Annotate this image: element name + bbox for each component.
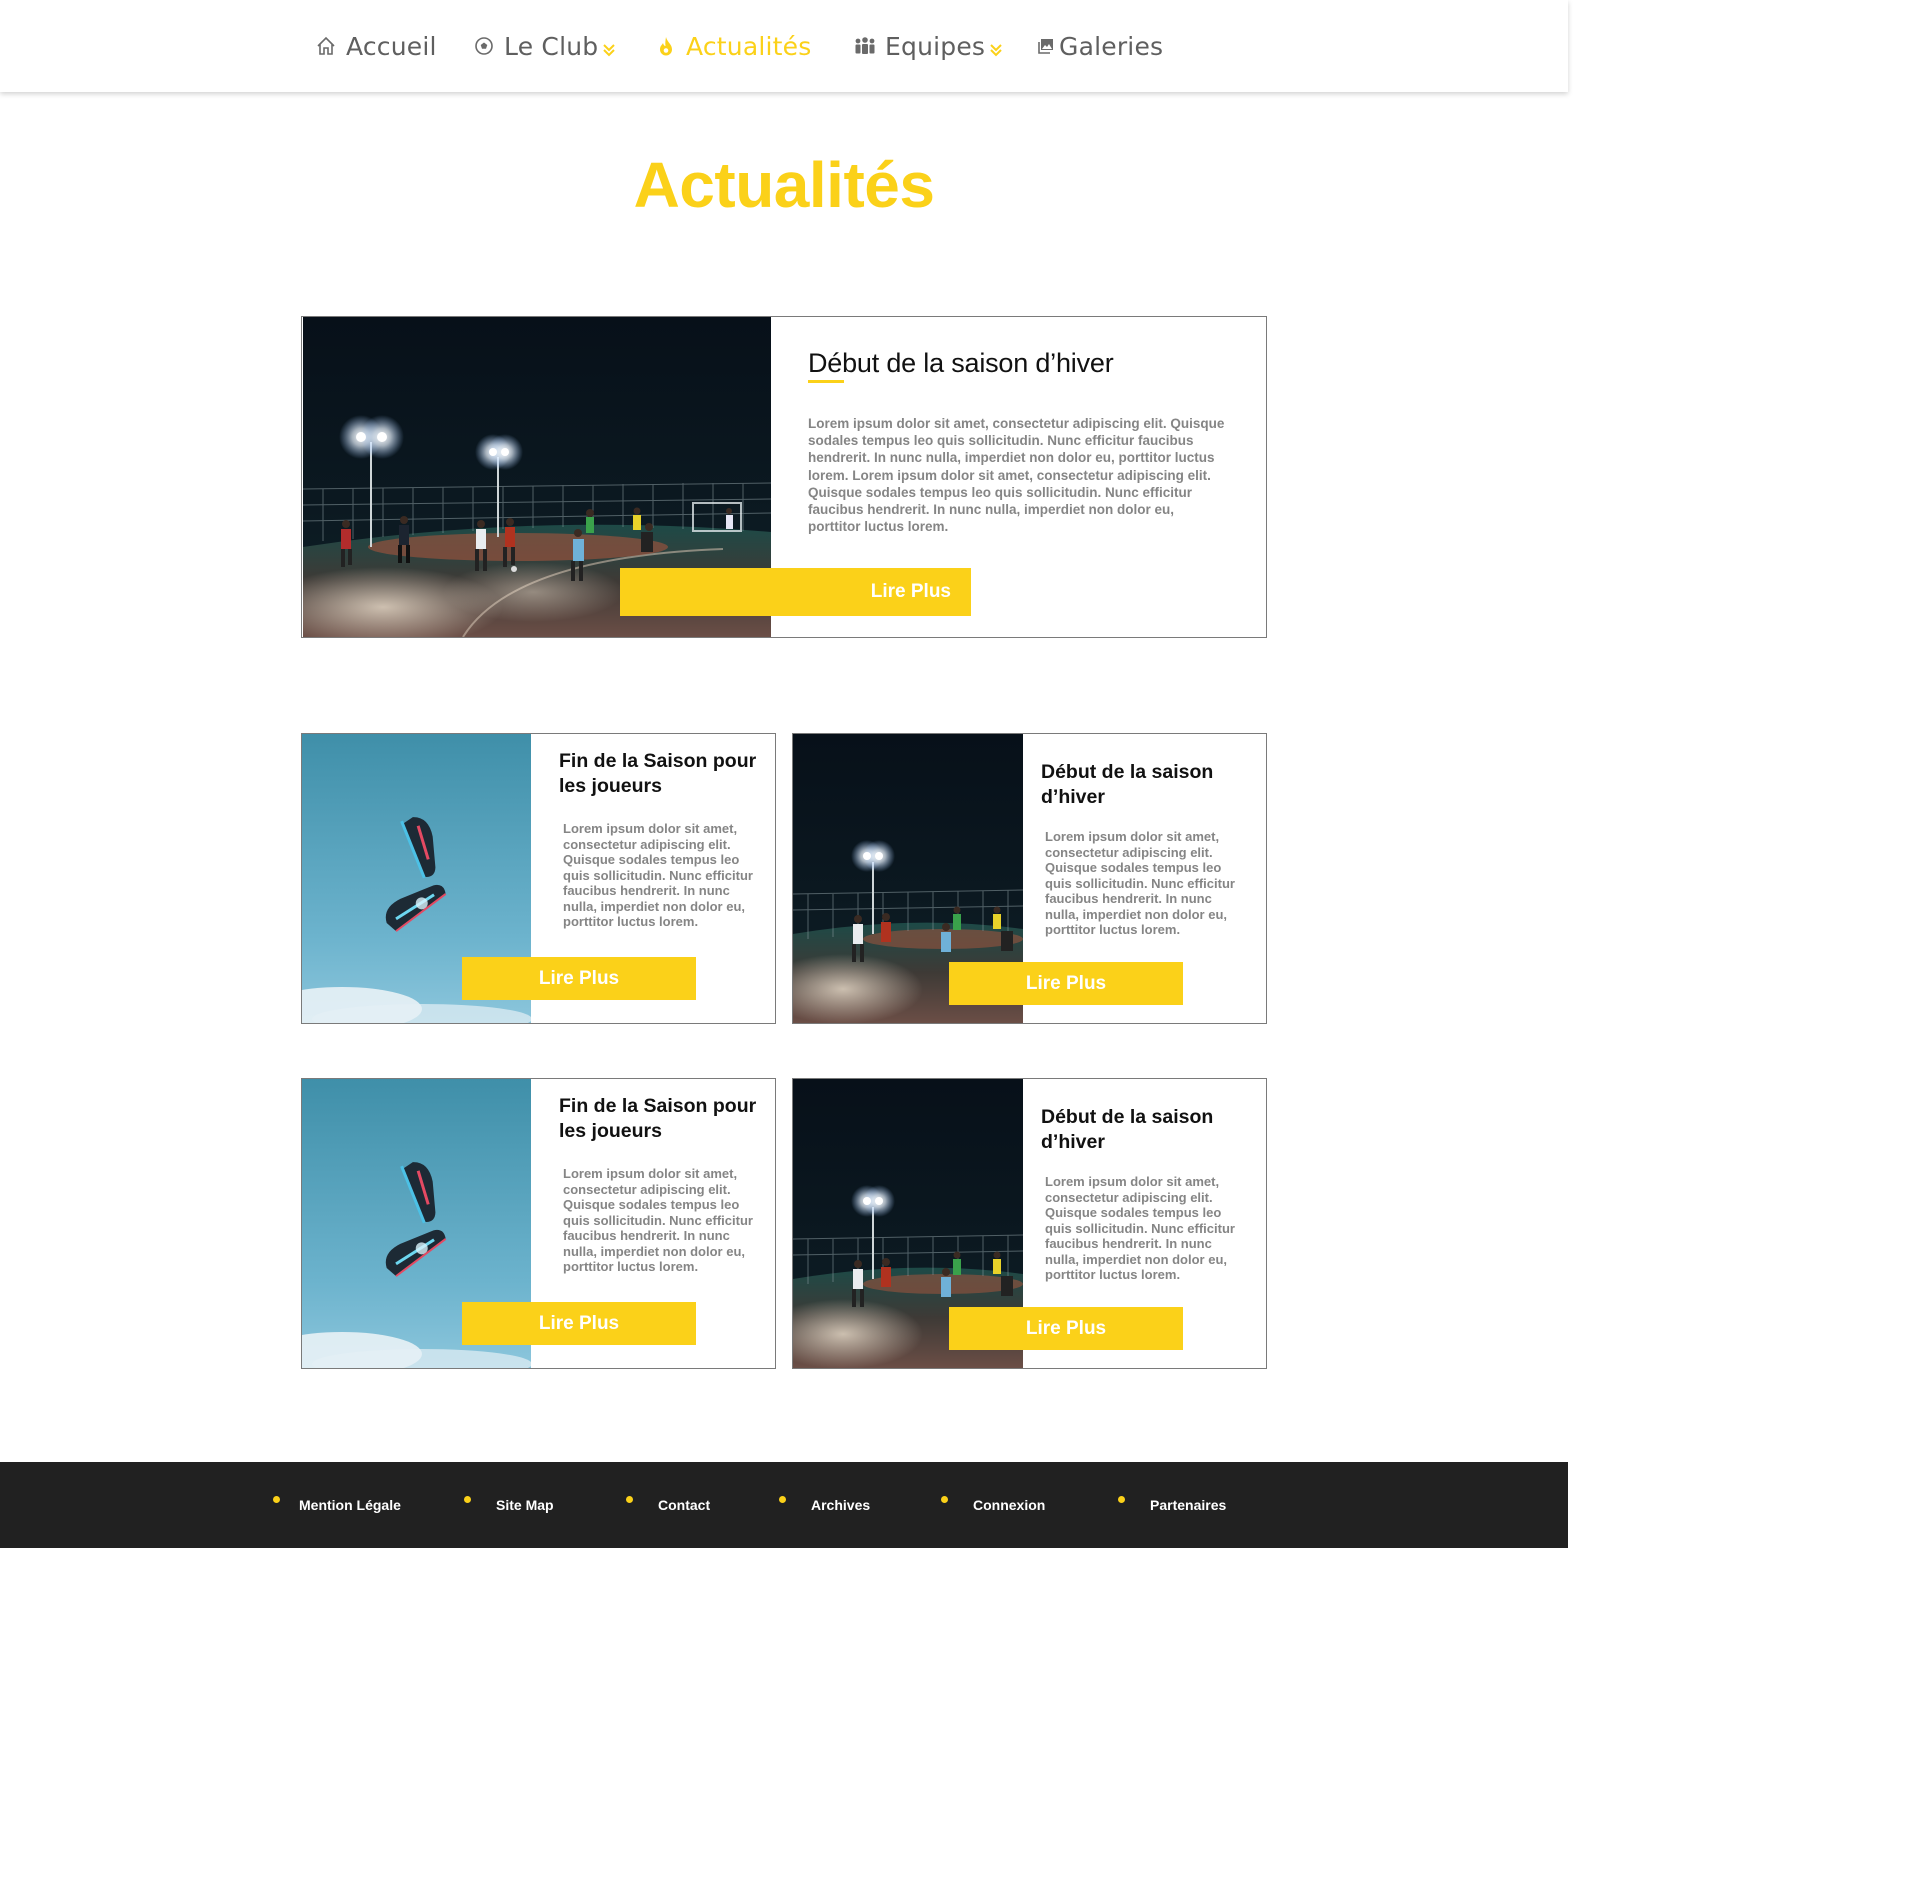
footer-link-connexion[interactable]: Connexion [973, 1495, 1045, 1515]
featured-lire-plus-button[interactable]: Lire Plus [620, 568, 971, 616]
footer-link-contact[interactable]: Contact [658, 1495, 710, 1515]
card-body: Lorem ipsum dolor sit amet, consectetur … [563, 1166, 753, 1274]
bullet-icon [626, 1496, 633, 1503]
chevron-down-icon [989, 43, 1003, 57]
bullet-icon [779, 1496, 786, 1503]
nav-item-galeries[interactable]: Galeries [1037, 26, 1163, 66]
nav-item-actualites[interactable]: Actualités [654, 26, 811, 66]
card-title: Fin de la Saison pour les joueurs [559, 750, 757, 797]
flame-icon [654, 34, 678, 58]
gallery-icon [1037, 34, 1055, 58]
nav-label: Galeries [1059, 31, 1164, 61]
card-body: Lorem ipsum dolor sit amet, consectetur … [1045, 1174, 1235, 1282]
nav-label: Actualités [686, 31, 812, 61]
footer-link-site-map[interactable]: Site Map [496, 1495, 554, 1515]
nav-item-le-club[interactable]: Le Club [472, 26, 616, 66]
lire-plus-button[interactable]: Lire Plus [462, 957, 696, 1000]
featured-title: Début de la saison d’hiver [808, 348, 1114, 378]
card-body: Lorem ipsum dolor sit amet, consectetur … [563, 821, 753, 929]
nav-item-equipes[interactable]: Equipes [853, 26, 1003, 66]
lire-plus-button[interactable]: Lire Plus [462, 1302, 696, 1345]
soccer-ball-icon [472, 34, 496, 58]
bullet-icon [273, 1496, 280, 1503]
card-body: Lorem ipsum dolor sit amet, consectetur … [1045, 829, 1235, 937]
card-title: Fin de la Saison pour les joueurs [559, 1095, 757, 1142]
footer-link-archives[interactable]: Archives [811, 1495, 870, 1515]
footer: Mention Légale Site Map Contact Archives… [0, 1462, 1568, 1548]
featured-body: Lorem ipsum dolor sit amet, consectetur … [808, 416, 1225, 535]
home-icon [314, 34, 338, 58]
bullet-icon [1118, 1496, 1125, 1503]
card-title: Début de la saison d’hiver [1041, 761, 1214, 808]
nav-label: Accueil [346, 31, 437, 61]
page-title: Actualités [633, 149, 935, 221]
chevron-down-icon [602, 43, 616, 57]
card-title: Début de la saison d’hiver [1041, 1106, 1214, 1153]
nav-item-accueil[interactable]: Accueil [314, 26, 437, 66]
nav-label: Equipes [885, 31, 986, 61]
footer-link-partenaires[interactable]: Partenaires [1150, 1495, 1226, 1515]
lire-plus-button[interactable]: Lire Plus [949, 1307, 1183, 1350]
bullet-icon [464, 1496, 471, 1503]
footer-link-mention-legale[interactable]: Mention Légale [299, 1495, 401, 1515]
title-underline [808, 380, 844, 383]
team-icon [853, 34, 877, 58]
bullet-icon [941, 1496, 948, 1503]
nav-label: Le Club [504, 31, 599, 61]
top-nav: Accueil Le Club Actualités Equipes Galer… [0, 0, 1568, 92]
lire-plus-button[interactable]: Lire Plus [949, 962, 1183, 1005]
